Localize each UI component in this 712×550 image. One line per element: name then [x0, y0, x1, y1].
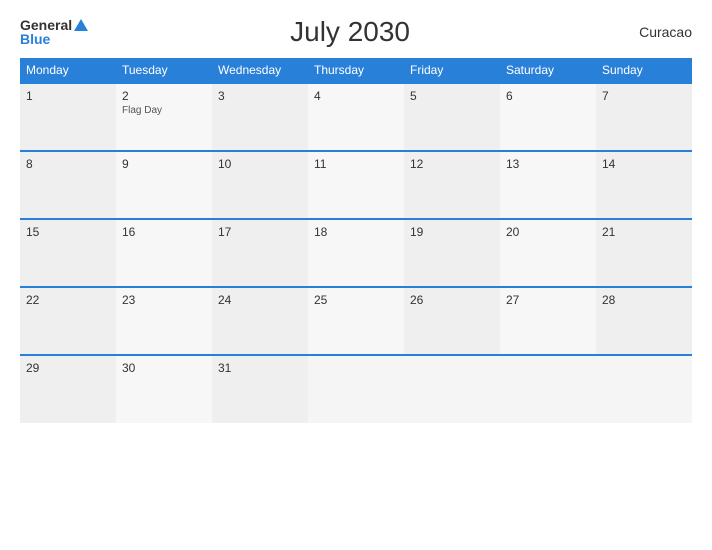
day-number: 5 — [410, 89, 494, 103]
calendar-cell: 7 — [596, 83, 692, 151]
day-number: 31 — [218, 361, 302, 375]
day-number: 10 — [218, 157, 302, 171]
calendar-cell: 13 — [500, 151, 596, 219]
day-number: 13 — [506, 157, 590, 171]
day-number: 22 — [26, 293, 110, 307]
calendar-cell — [308, 355, 404, 423]
calendar-cell: 20 — [500, 219, 596, 287]
week-row-4: 22 23 24 25 26 27 28 — [20, 287, 692, 355]
day-number: 19 — [410, 225, 494, 239]
weekday-header-sunday: Sunday — [596, 58, 692, 83]
calendar-cell: 9 — [116, 151, 212, 219]
calendar-cell: 27 — [500, 287, 596, 355]
weekday-header-thursday: Thursday — [308, 58, 404, 83]
holiday-label: Flag Day — [122, 105, 206, 116]
region-label: Curacao — [612, 24, 692, 40]
day-number: 24 — [218, 293, 302, 307]
day-number: 29 — [26, 361, 110, 375]
calendar-cell: 2 Flag Day — [116, 83, 212, 151]
calendar-page: General Blue July 2030 Curacao MondayTue… — [0, 0, 712, 550]
calendar-cell: 31 — [212, 355, 308, 423]
day-number: 2 — [122, 89, 206, 103]
day-number: 30 — [122, 361, 206, 375]
calendar-cell — [500, 355, 596, 423]
calendar-title: July 2030 — [88, 16, 612, 48]
calendar-cell: 1 — [20, 83, 116, 151]
calendar-cell: 28 — [596, 287, 692, 355]
day-number: 15 — [26, 225, 110, 239]
day-number: 25 — [314, 293, 398, 307]
calendar-cell: 22 — [20, 287, 116, 355]
day-number: 8 — [26, 157, 110, 171]
day-number: 18 — [314, 225, 398, 239]
calendar-cell: 16 — [116, 219, 212, 287]
weekday-header-row: MondayTuesdayWednesdayThursdayFridaySatu… — [20, 58, 692, 83]
weekday-header-monday: Monday — [20, 58, 116, 83]
day-number: 17 — [218, 225, 302, 239]
calendar-cell: 19 — [404, 219, 500, 287]
day-number: 7 — [602, 89, 686, 103]
calendar-cell: 11 — [308, 151, 404, 219]
calendar-cell: 30 — [116, 355, 212, 423]
calendar-cell: 4 — [308, 83, 404, 151]
day-number: 27 — [506, 293, 590, 307]
day-number: 16 — [122, 225, 206, 239]
calendar-cell: 8 — [20, 151, 116, 219]
calendar-cell: 15 — [20, 219, 116, 287]
calendar-table: MondayTuesdayWednesdayThursdayFridaySatu… — [20, 58, 692, 423]
week-row-1: 12 Flag Day 34567 — [20, 83, 692, 151]
day-number: 23 — [122, 293, 206, 307]
calendar-cell: 17 — [212, 219, 308, 287]
weekday-header-tuesday: Tuesday — [116, 58, 212, 83]
weekday-header-wednesday: Wednesday — [212, 58, 308, 83]
logo-triangle-icon — [74, 19, 88, 31]
day-number: 20 — [506, 225, 590, 239]
calendar-cell: 6 — [500, 83, 596, 151]
calendar-cell — [404, 355, 500, 423]
day-number: 28 — [602, 293, 686, 307]
day-number: 12 — [410, 157, 494, 171]
day-number: 6 — [506, 89, 590, 103]
calendar-cell: 26 — [404, 287, 500, 355]
day-number: 11 — [314, 157, 398, 171]
week-row-5: 29 30 31 — [20, 355, 692, 423]
week-row-3: 15 16 17 18 19 20 21 — [20, 219, 692, 287]
logo-blue-text: Blue — [20, 32, 50, 46]
calendar-cell: 5 — [404, 83, 500, 151]
weekday-header-friday: Friday — [404, 58, 500, 83]
day-number: 14 — [602, 157, 686, 171]
calendar-cell: 24 — [212, 287, 308, 355]
day-number: 9 — [122, 157, 206, 171]
logo-general-text: General — [20, 18, 72, 32]
logo: General Blue — [20, 18, 88, 46]
calendar-cell: 25 — [308, 287, 404, 355]
day-number: 4 — [314, 89, 398, 103]
week-row-2: 89 10 11 12 13 14 — [20, 151, 692, 219]
calendar-cell: 18 — [308, 219, 404, 287]
day-number: 3 — [218, 89, 302, 103]
calendar-cell: 29 — [20, 355, 116, 423]
day-number: 1 — [26, 89, 110, 103]
calendar-cell: 3 — [212, 83, 308, 151]
day-number: 26 — [410, 293, 494, 307]
weekday-header-saturday: Saturday — [500, 58, 596, 83]
calendar-cell: 10 — [212, 151, 308, 219]
header: General Blue July 2030 Curacao — [20, 16, 692, 48]
day-number: 21 — [602, 225, 686, 239]
calendar-cell: 12 — [404, 151, 500, 219]
calendar-cell: 21 — [596, 219, 692, 287]
calendar-cell — [596, 355, 692, 423]
calendar-cell: 14 — [596, 151, 692, 219]
calendar-cell: 23 — [116, 287, 212, 355]
